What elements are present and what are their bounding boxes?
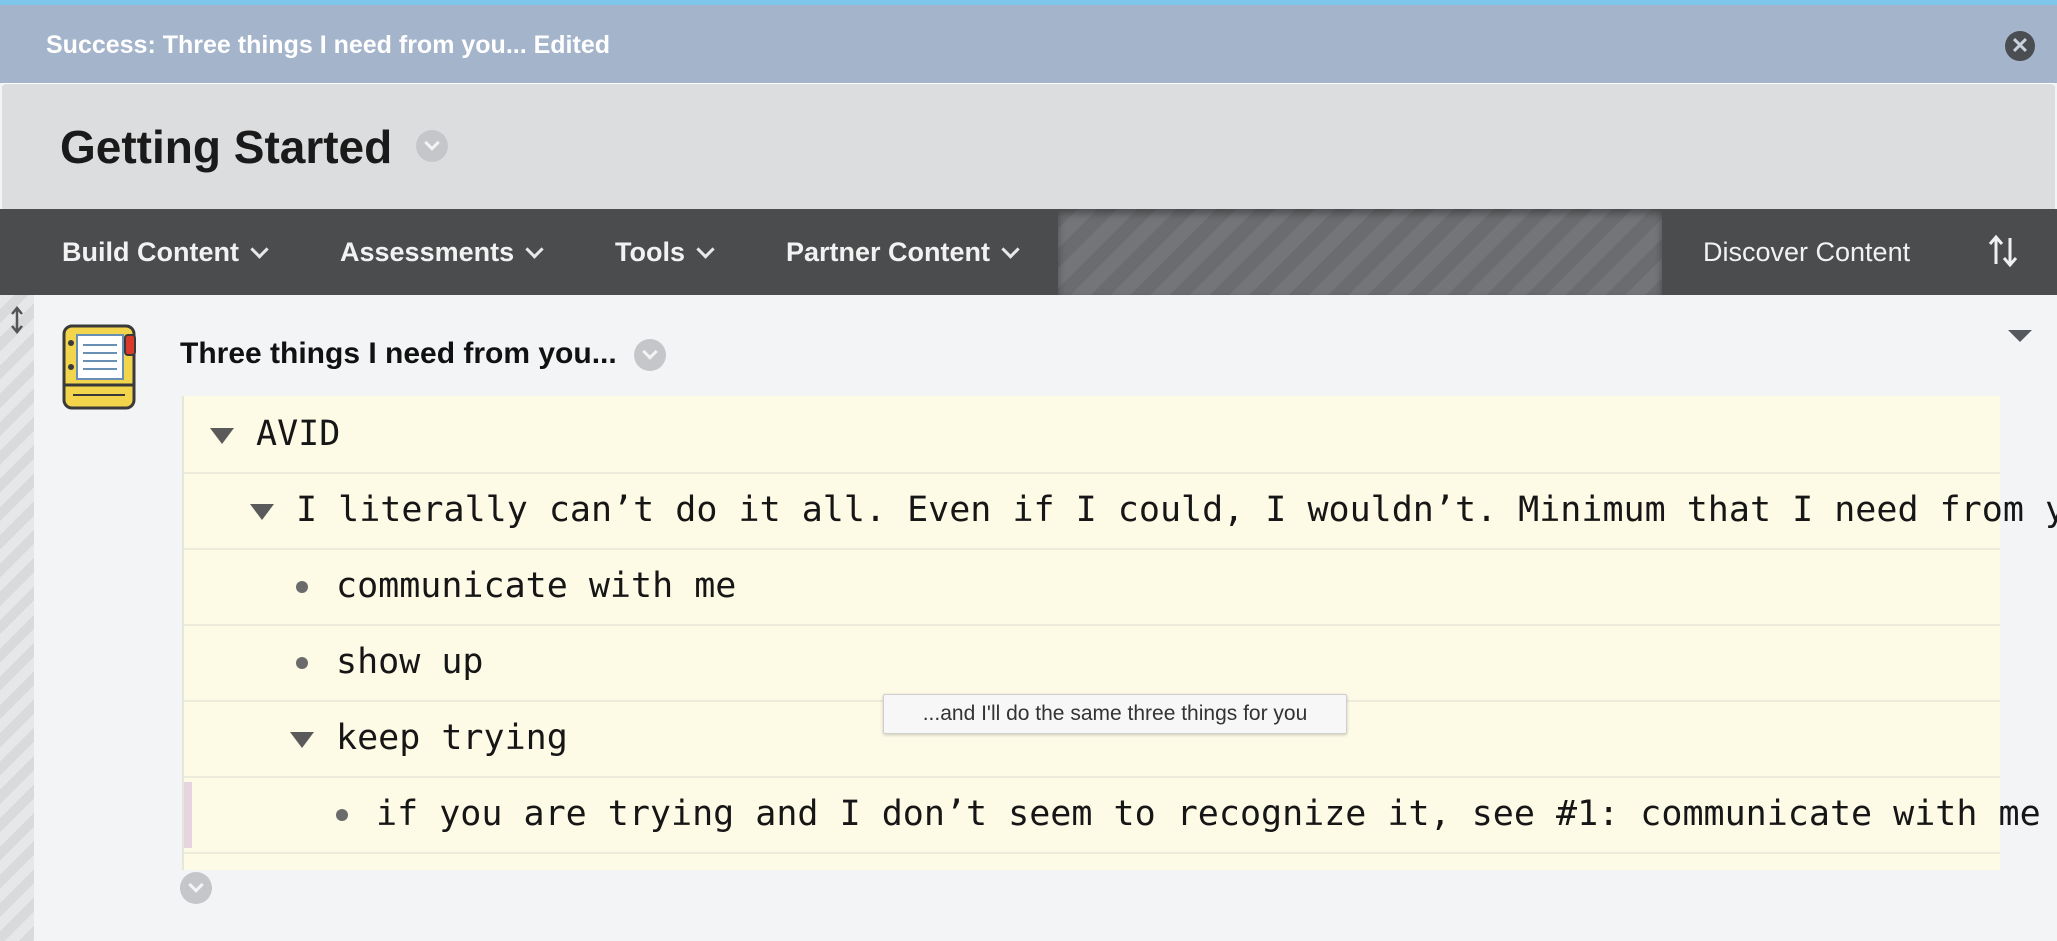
content-item-title[interactable]: Three things I need from you...	[180, 337, 617, 371]
notebook-icon	[62, 324, 136, 410]
partner-content-menu[interactable]: Partner Content	[786, 209, 1020, 295]
bullet-icon	[296, 657, 308, 669]
outline-text: show up	[336, 642, 484, 682]
expand-triangle-icon[interactable]	[290, 732, 314, 748]
expand-triangle-icon[interactable]	[250, 504, 274, 520]
close-icon[interactable]: ✕	[2005, 31, 2035, 61]
reorder-icon[interactable]	[1987, 232, 2019, 270]
title-options-chevron-icon[interactable]	[416, 130, 448, 162]
outline-text: if you are trying and I don’t seem to re…	[376, 794, 2041, 834]
assessments-menu[interactable]: Assessments	[340, 209, 544, 295]
chevron-down-icon	[696, 240, 715, 259]
outline-text: keep trying	[336, 718, 568, 758]
partner-content-label: Partner Content	[786, 237, 991, 267]
tooltip: ...and I'll do the same three things for…	[883, 694, 1347, 734]
row-indicator-bar	[184, 782, 192, 848]
item-options-chevron-icon[interactable]	[634, 339, 666, 371]
outline-text: communicate with me	[336, 566, 737, 606]
outline-row: if you are trying and I don’t seem to re…	[184, 776, 2041, 854]
success-notification: Success: Three things I need from you...…	[0, 5, 2057, 83]
menubar-spacer	[1058, 209, 1662, 295]
tools-menu[interactable]: Tools	[615, 209, 715, 295]
drag-handle-icon[interactable]	[6, 305, 28, 335]
item-collapse-icon[interactable]	[2008, 330, 2032, 342]
action-menubar: Build Content Assessments Tools Partner …	[0, 209, 2057, 295]
chevron-down-icon	[1001, 240, 1020, 259]
outline-text: I literally can’t do it all. Even if I c…	[296, 490, 2057, 530]
page-title: Getting Started	[60, 121, 393, 173]
tools-label: Tools	[615, 237, 685, 267]
outline-text: AVID	[256, 414, 341, 454]
success-message: Success: Three things I need from you...…	[46, 31, 611, 59]
outline-row: AVID	[184, 396, 2000, 474]
chevron-down-icon	[250, 240, 269, 259]
build-content-label: Build Content	[62, 237, 239, 267]
chevron-down-icon	[525, 240, 544, 259]
outline-row: communicate with me	[184, 548, 2000, 626]
expand-more-chevron-icon[interactable]	[180, 872, 212, 904]
build-content-menu[interactable]: Build Content	[62, 209, 269, 295]
discover-content-button[interactable]: Discover Content	[1703, 209, 1910, 295]
outline-body: AVID I literally can’t do it all. Even i…	[182, 396, 2057, 870]
bullet-icon	[296, 581, 308, 593]
assessments-label: Assessments	[340, 237, 515, 267]
bullet-icon	[336, 809, 348, 821]
left-drag-strip	[0, 295, 34, 941]
expand-triangle-icon[interactable]	[210, 428, 234, 444]
outline-row: I literally can’t do it all. Even if I c…	[184, 472, 2057, 550]
outline-row: show up	[184, 624, 2000, 702]
page-header: Getting Started	[2, 83, 2055, 210]
